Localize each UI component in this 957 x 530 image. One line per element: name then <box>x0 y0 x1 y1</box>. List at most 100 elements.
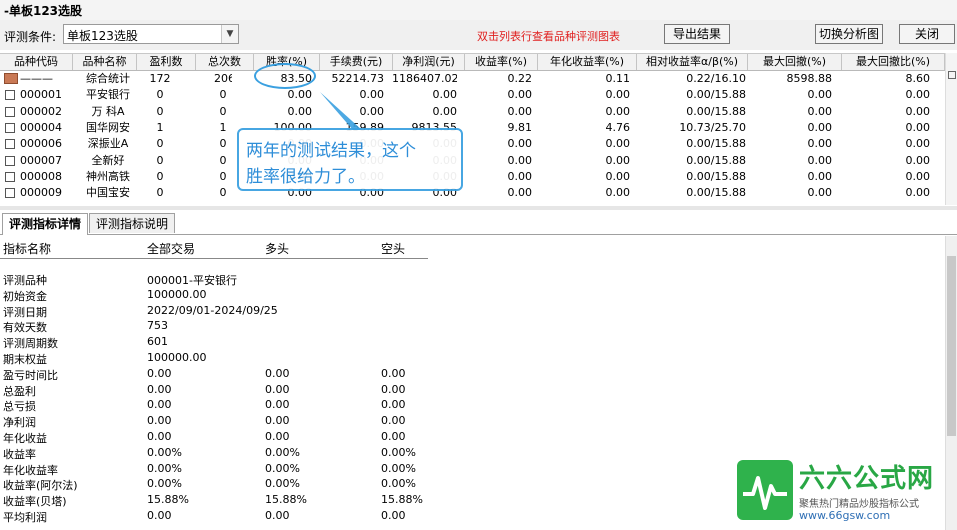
table-cell: 0.00 <box>807 137 833 151</box>
pane-splitter[interactable] <box>0 206 957 210</box>
table-row[interactable]: 000002 万 科A 0 0 0.00 0.00 0.00 0.00 0.00 0.00/15.… <box>0 104 945 120</box>
detail-header-divider <box>0 258 428 259</box>
close-button[interactable]: 关闭 <box>899 24 955 44</box>
column-header[interactable]: 最大回撤(%) <box>748 54 842 70</box>
table-cell: 0 <box>219 104 227 118</box>
results-table[interactable]: 品种代码 品种名称 盈利数 总次数 胜率(%) 手续费(元) 净利润(元) 收益率(%) 年化收… <box>0 53 945 206</box>
metric-value: 0.00% <box>381 445 416 459</box>
callout-line-2: 胜率很给力了。 <box>246 167 365 187</box>
metric-value: 000001-平安银行 <box>147 274 237 287</box>
metric-name: 总亏损 <box>3 400 36 414</box>
tab-indicator-details[interactable]: 评测指标详情 <box>2 213 89 235</box>
table-cell: 深振业A <box>87 137 129 151</box>
condition-select[interactable]: 单板123选股 ▼ <box>63 24 239 44</box>
table-cell: 0.00 <box>807 120 833 134</box>
table-cell: 10.73/25.70 <box>679 120 746 134</box>
table-cell: 0 <box>156 186 164 200</box>
chevron-down-icon[interactable]: ▼ <box>221 25 238 43</box>
metric-value: 15.88% <box>381 493 423 507</box>
column-header[interactable]: 收益率(%) <box>465 54 538 70</box>
metric-value: 0.00 <box>147 398 172 412</box>
win-rate-highlight-ring <box>254 63 316 89</box>
table-cell: 0.00 <box>507 88 533 102</box>
export-button[interactable]: 导出结果 <box>664 24 730 44</box>
table-row[interactable]: ——— 综合统计 172 206 83.50 52214.73 1186407.02 0.22… <box>0 71 945 87</box>
metric-value: 0.00 <box>265 414 290 428</box>
table-cell: 0.00 <box>807 186 833 200</box>
metric-value: 0.00 <box>265 382 290 396</box>
table-cell: 0.00 <box>287 104 313 118</box>
table-cell: 0.00/15.88 <box>686 104 746 118</box>
double-click-hint: 双击列表行查看品种评测图表 <box>477 30 620 43</box>
column-header[interactable]: 净利润(元) <box>393 54 465 70</box>
metric-name: 盈亏时间比 <box>3 368 58 382</box>
table-cell: 0 <box>156 153 164 167</box>
table-cell: 000004 <box>20 120 62 134</box>
column-header[interactable]: 最大回撤比(%) <box>842 54 945 70</box>
scroll-thumb[interactable] <box>947 256 956 436</box>
table-row[interactable]: 000001 平安银行 0 0 0.00 0.00 0.00 0.00 0.00 0.00/15.… <box>0 87 945 103</box>
metric-name: 初始资金 <box>3 289 47 303</box>
column-header[interactable]: 盈利数 <box>137 54 196 70</box>
column-header[interactable]: 相对收益率α/β(%) <box>637 54 748 70</box>
tab-indicator-description[interactable]: 评测指标说明 <box>89 213 176 233</box>
table-cell: 0.00 <box>807 169 833 183</box>
table-cell: 8.60 <box>905 72 931 85</box>
metric-name: 期末权益 <box>3 353 47 366</box>
metric-value: 0.00 <box>265 398 290 412</box>
column-header[interactable]: 品种代码 <box>0 54 73 70</box>
table-cell: 0.00 <box>507 137 533 151</box>
site-logo: 六六公式网 聚焦热门精品炒股指标公式 www.66gsw.com <box>737 458 952 526</box>
table-row[interactable]: 000009 中国宝安 0 0 0.00 0.00 0.00 0.00 0.00 0.00/15.… <box>0 185 945 201</box>
table-cell: 0.00 <box>905 169 931 183</box>
column-header[interactable]: 总次数 <box>196 54 254 70</box>
detail-header-long: 多头 <box>265 242 290 256</box>
metric-value: 753 <box>147 319 168 333</box>
logo-subtitle: 聚焦热门精品炒股指标公式 <box>799 499 919 510</box>
table-cell: 000008 <box>20 169 62 183</box>
metric-value: 15.88% <box>147 493 189 507</box>
metric-value: 0.00% <box>381 461 416 475</box>
row-checkbox[interactable] <box>5 106 15 117</box>
table-header: 品种代码 品种名称 盈利数 总次数 胜率(%) 手续费(元) 净利润(元) 收益率(%) 年化收… <box>0 54 945 71</box>
table-cell: 0.00 <box>807 104 833 118</box>
table-cell: 000001 <box>20 88 62 102</box>
column-header[interactable]: 品种名称 <box>73 54 137 70</box>
table-cell: 0 <box>156 169 164 183</box>
table-row[interactable]: 000006深振业A000.000.000.000.000.000.00/15.… <box>0 136 945 152</box>
table-cell: 000002 <box>20 104 62 118</box>
metric-value: 0.00% <box>147 461 182 475</box>
table-cell: ——— <box>20 72 53 85</box>
metric-name: 总盈利 <box>3 384 36 398</box>
row-checkbox[interactable] <box>5 171 15 182</box>
table-cell: 8598.88 <box>786 72 833 85</box>
table-cell: 1 <box>156 120 164 134</box>
logo-mark-icon <box>737 460 793 520</box>
metric-name: 评测周期数 <box>3 337 58 351</box>
table-cell: 0.00 <box>905 153 931 167</box>
metric-name: 收益率(阿尔法) <box>3 479 78 493</box>
metric-value: 0.00 <box>147 382 172 396</box>
row-checkbox[interactable] <box>5 139 15 150</box>
table-cell: 0.00 <box>905 104 931 118</box>
table-cell: 000009 <box>20 186 62 200</box>
row-checkbox[interactable] <box>5 90 15 101</box>
row-checkbox[interactable] <box>5 122 15 133</box>
table-row[interactable]: 000008神州高铁000.000.000.000.000.000.00/15.… <box>0 169 945 185</box>
table-cell: 0.00 <box>605 153 631 167</box>
table-cell: 0 <box>219 169 227 183</box>
table-scrollbar[interactable] <box>945 53 957 205</box>
table-cell: 0.00 <box>905 137 931 151</box>
switch-chart-button[interactable]: 切换分析图 <box>815 24 883 44</box>
table-cell: 综合统计 <box>86 72 130 85</box>
table-cell: 0.00/15.88 <box>686 169 746 183</box>
metric-value: 2022/09/01-2024/09/25 <box>147 303 278 317</box>
row-checkbox[interactable] <box>5 155 15 166</box>
row-checkbox[interactable] <box>5 188 15 199</box>
column-header[interactable]: 手续费(元) <box>320 54 393 70</box>
table-cell: 1 <box>219 120 227 134</box>
table-cell: 0.00/15.88 <box>686 137 746 151</box>
table-row[interactable]: 000004国华网安11100.00159.899813.559.814.761… <box>0 120 945 136</box>
table-row[interactable]: 000007全新好000.000.000.000.000.000.00/15.8… <box>0 153 945 169</box>
column-header[interactable]: 年化收益率(%) <box>538 54 637 70</box>
